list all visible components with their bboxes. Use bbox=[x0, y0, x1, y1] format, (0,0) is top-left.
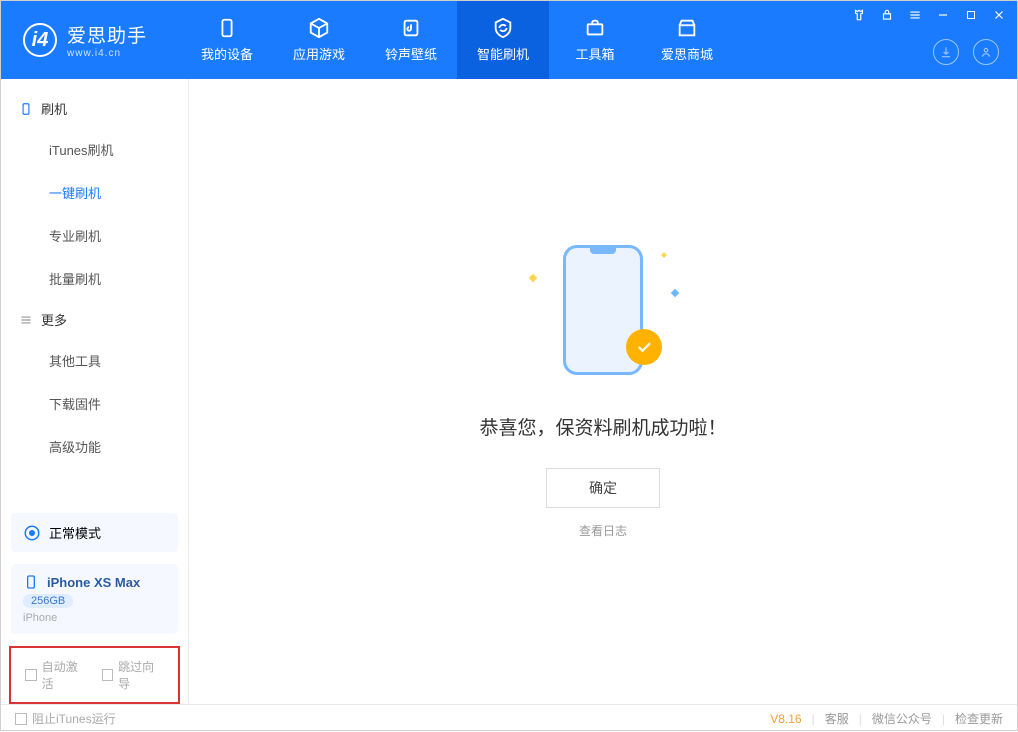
success-illustration bbox=[548, 245, 658, 385]
sidebar-item-other-tools[interactable]: 其他工具 bbox=[1, 339, 188, 382]
maximize-button[interactable] bbox=[963, 7, 979, 23]
nav-tabs: 我的设备 应用游戏 铃声壁纸 智能刷机 工具箱 爱思商城 bbox=[181, 1, 733, 79]
sidebar-item-download-firmware[interactable]: 下载固件 bbox=[1, 382, 188, 425]
tab-store[interactable]: 爱思商城 bbox=[641, 1, 733, 79]
mode-card[interactable]: 正常模式 bbox=[11, 513, 178, 552]
minimize-button[interactable] bbox=[935, 7, 951, 23]
phone-icon bbox=[216, 17, 238, 39]
download-button[interactable] bbox=[933, 39, 959, 65]
divider: | bbox=[942, 712, 945, 726]
tab-toolbox[interactable]: 工具箱 bbox=[549, 1, 641, 79]
footer-link-support[interactable]: 客服 bbox=[825, 710, 849, 727]
tab-label: 铃声壁纸 bbox=[385, 44, 437, 63]
sidebar-item-batch-flash[interactable]: 批量刷机 bbox=[1, 257, 188, 300]
success-message: 恭喜您，保资料刷机成功啦！ bbox=[479, 413, 726, 440]
sidebar-item-oneclick-flash[interactable]: 一键刷机 bbox=[1, 171, 188, 214]
checkbox-row-highlighted: 自动激活 跳过向导 bbox=[9, 646, 180, 704]
device-icon bbox=[19, 102, 33, 116]
divider: | bbox=[859, 712, 862, 726]
tab-ringtone-wallpaper[interactable]: 铃声壁纸 bbox=[365, 1, 457, 79]
group-title: 更多 bbox=[41, 310, 67, 329]
sparkle-icon bbox=[529, 273, 537, 281]
device-name: iPhone XS Max bbox=[47, 575, 140, 590]
logo-icon: i4 bbox=[23, 23, 57, 57]
tab-label: 工具箱 bbox=[575, 44, 614, 63]
tab-my-device[interactable]: 我的设备 bbox=[181, 1, 273, 79]
sidebar-group-more: 更多 bbox=[1, 300, 188, 339]
body-area: 刷机 iTunes刷机 一键刷机 专业刷机 批量刷机 更多 其他工具 下载固件 … bbox=[1, 79, 1017, 704]
refresh-shield-icon bbox=[492, 17, 514, 39]
device-phone-icon bbox=[23, 574, 39, 590]
view-log-link[interactable]: 查看日志 bbox=[579, 522, 627, 539]
list-icon bbox=[19, 313, 33, 327]
user-button[interactable] bbox=[973, 39, 999, 65]
checkbox-auto-activate[interactable]: 自动激活 bbox=[25, 658, 88, 692]
footer-right: V8.16 | 客服 | 微信公众号 | 检查更新 bbox=[770, 710, 1003, 727]
device-card[interactable]: iPhone XS Max 256GB iPhone bbox=[11, 564, 178, 634]
toolbox-icon bbox=[584, 17, 606, 39]
sidebar: 刷机 iTunes刷机 一键刷机 专业刷机 批量刷机 更多 其他工具 下载固件 … bbox=[1, 79, 189, 704]
tab-label: 应用游戏 bbox=[293, 44, 345, 63]
device-storage: 256GB bbox=[23, 594, 73, 608]
phone-notch bbox=[590, 248, 616, 254]
lock-icon[interactable] bbox=[879, 7, 895, 23]
logo-area: i4 爱思助手 www.i4.cn bbox=[1, 21, 181, 59]
version-label: V8.16 bbox=[770, 712, 801, 726]
mode-icon bbox=[23, 524, 41, 542]
tab-label: 智能刷机 bbox=[477, 44, 529, 63]
app-title: 爱思助手 bbox=[67, 21, 147, 48]
divider: | bbox=[812, 712, 815, 726]
checkbox-block-itunes[interactable]: 阻止iTunes运行 bbox=[15, 710, 116, 727]
tab-apps-games[interactable]: 应用游戏 bbox=[273, 1, 365, 79]
checkbox-skip-guide[interactable]: 跳过向导 bbox=[102, 658, 165, 692]
sidebar-item-pro-flash[interactable]: 专业刷机 bbox=[1, 214, 188, 257]
logo-text: 爱思助手 www.i4.cn bbox=[67, 21, 147, 59]
footer-link-wechat[interactable]: 微信公众号 bbox=[872, 710, 932, 727]
sidebar-item-advanced[interactable]: 高级功能 bbox=[1, 425, 188, 468]
app-subtitle: www.i4.cn bbox=[67, 48, 147, 59]
store-icon bbox=[676, 17, 698, 39]
app-header: i4 爱思助手 www.i4.cn 我的设备 应用游戏 铃声壁纸 智能刷机 工具… bbox=[1, 1, 1017, 79]
tab-smart-flash[interactable]: 智能刷机 bbox=[457, 1, 549, 79]
ok-button[interactable]: 确定 bbox=[546, 468, 660, 508]
sparkle-icon bbox=[671, 288, 679, 296]
main-content: 恭喜您，保资料刷机成功啦！ 确定 查看日志 bbox=[189, 79, 1017, 704]
footer-link-update[interactable]: 检查更新 bbox=[955, 710, 1003, 727]
checkbox-label: 跳过向导 bbox=[118, 658, 164, 692]
music-icon bbox=[400, 17, 422, 39]
footer: 阻止iTunes运行 V8.16 | 客服 | 微信公众号 | 检查更新 bbox=[1, 704, 1017, 732]
checkbox-label: 阻止iTunes运行 bbox=[32, 710, 116, 727]
sidebar-group-flash: 刷机 bbox=[1, 89, 188, 128]
mode-label: 正常模式 bbox=[49, 523, 101, 542]
shirt-icon[interactable] bbox=[851, 7, 867, 23]
group-title: 刷机 bbox=[41, 99, 67, 118]
sparkle-icon bbox=[661, 252, 667, 258]
menu-icon[interactable] bbox=[907, 7, 923, 23]
tab-label: 爱思商城 bbox=[661, 44, 713, 63]
checkbox-label: 自动激活 bbox=[42, 658, 88, 692]
window-controls bbox=[851, 7, 1007, 23]
checkbox-icon bbox=[25, 669, 37, 681]
device-type: iPhone bbox=[23, 612, 57, 624]
header-right-icons bbox=[933, 39, 999, 65]
cube-icon bbox=[308, 17, 330, 39]
checkbox-icon bbox=[102, 669, 114, 681]
sidebar-scroll: 刷机 iTunes刷机 一键刷机 专业刷机 批量刷机 更多 其他工具 下载固件 … bbox=[1, 79, 188, 507]
check-badge-icon bbox=[626, 329, 662, 365]
sidebar-item-itunes-flash[interactable]: iTunes刷机 bbox=[1, 128, 188, 171]
tab-label: 我的设备 bbox=[201, 44, 253, 63]
close-button[interactable] bbox=[991, 7, 1007, 23]
checkbox-icon bbox=[15, 713, 27, 725]
